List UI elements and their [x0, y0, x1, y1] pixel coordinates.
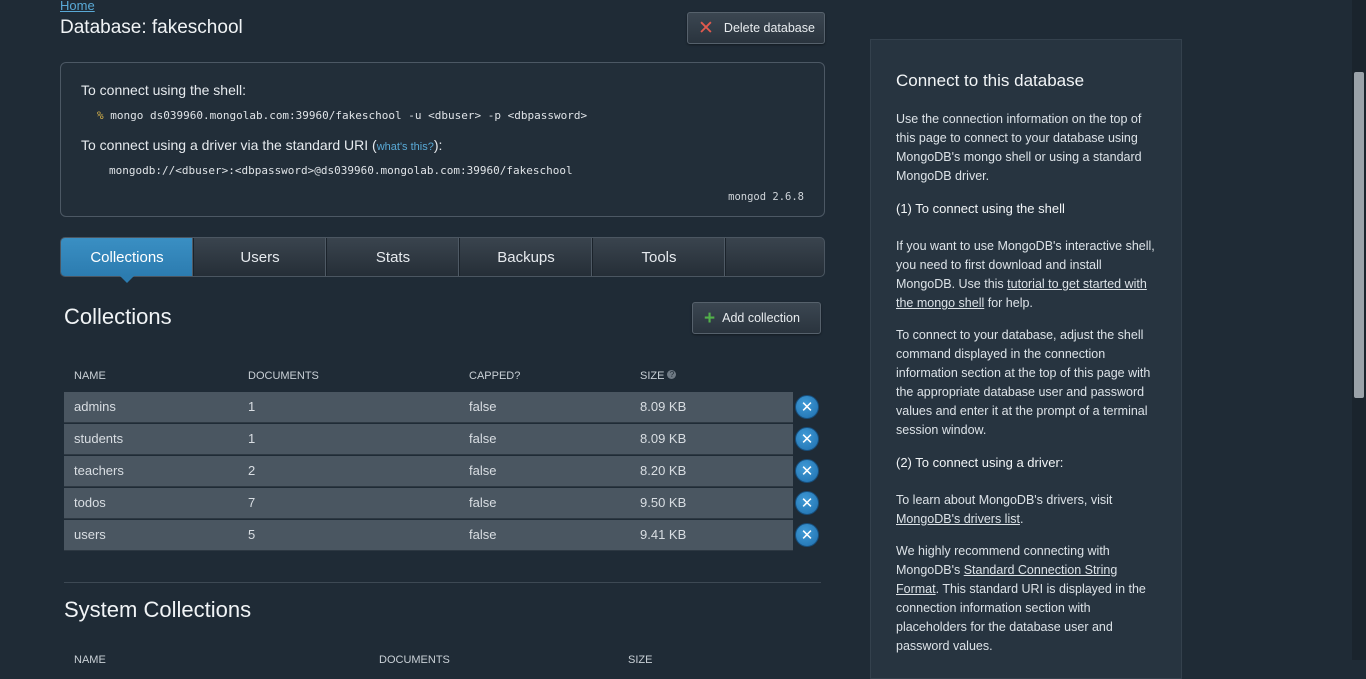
help-shell-p2: To connect to your database, adjust the … — [896, 328, 1151, 437]
delete-collection-icon[interactable]: ✕ — [795, 427, 819, 451]
collection-capped: false — [469, 431, 497, 446]
database-tabs: Collections Users Stats Backups Tools — [60, 237, 825, 283]
help-intro: Use the connection information on the to… — [896, 110, 1161, 186]
shell-command: % mongo ds039960.mongolab.com:39960/fake… — [97, 109, 587, 122]
collection-capped: false — [469, 463, 497, 478]
collections-heading: Collections — [64, 304, 172, 329]
scrollbar-thumb[interactable] — [1354, 72, 1364, 398]
shell-prompt: % — [97, 109, 104, 122]
plus-icon: + — [704, 307, 716, 329]
help-panel-title: Connect to this database — [896, 71, 1085, 90]
table-row[interactable]: teachers 2 false 8.20 KB — [64, 456, 793, 487]
collection-documents: 7 — [248, 495, 256, 510]
help-icon[interactable]: ? — [667, 370, 677, 379]
collection-capped: false — [469, 399, 497, 414]
add-collection-button[interactable]: + Add collection — [692, 302, 821, 334]
table-row[interactable]: todos 7 false 9.50 KB — [64, 488, 793, 519]
collection-capped: false — [469, 495, 497, 510]
delete-database-label: Delete database — [723, 21, 815, 35]
system-column-header-documents: DOCUMENTS — [379, 654, 450, 666]
table-row[interactable]: users 5 false 9.41 KB — [64, 520, 793, 551]
page-title: Database: fakeschool — [60, 17, 243, 38]
help-intro-code: mongo — [963, 150, 1002, 164]
help-driver-p2: We highly recommend connecting with Mong… — [896, 542, 1161, 656]
help-driver-p1-pre: To learn about MongoDB's drivers, visit — [896, 493, 1113, 507]
help-shell-p1-post: for help. — [984, 296, 1033, 310]
collection-name[interactable]: students — [74, 431, 123, 446]
size-header-label: SIZE — [640, 370, 665, 382]
column-header-capped: CAPPED? — [469, 370, 521, 382]
shell-connect-heading: To connect using the shell: — [81, 82, 246, 98]
connection-info-box: To connect using the shell: % mongo ds03… — [60, 62, 825, 217]
system-column-header-size: SIZE — [628, 654, 653, 666]
help-shell-p1: If you want to use MongoDB's interactive… — [896, 237, 1161, 313]
collection-size: 8.09 KB — [640, 431, 687, 446]
close-icon: ✕ — [698, 17, 714, 39]
tab-users[interactable]: Users — [194, 238, 327, 276]
collection-documents: 2 — [248, 463, 256, 478]
tab-backups[interactable]: Backups — [460, 238, 593, 276]
help-driver-p1: To learn about MongoDB's drivers, visit … — [896, 491, 1161, 529]
section-divider — [64, 582, 821, 583]
collection-capped: false — [469, 527, 497, 542]
system-collections-heading: System Collections — [64, 597, 252, 622]
tab-stats[interactable]: Stats — [327, 238, 460, 276]
driver-heading-pre: To connect using a driver via the standa… — [81, 137, 377, 153]
help-driver-p1-post: . — [1019, 512, 1024, 526]
drivers-list-link[interactable]: MongoDB's drivers list — [896, 512, 1020, 526]
add-collection-label: Add collection — [722, 311, 800, 325]
delete-database-button[interactable]: ✕ Delete database — [687, 12, 825, 44]
collection-name[interactable]: users — [74, 527, 106, 542]
table-row[interactable]: admins 1 false 8.09 KB — [64, 392, 793, 423]
system-column-header-name: NAME — [74, 654, 106, 666]
delete-collection-icon[interactable]: ✕ — [795, 459, 819, 483]
delete-collection-icon[interactable]: ✕ — [795, 491, 819, 515]
collection-size: 8.20 KB — [640, 463, 687, 478]
collection-size: 9.41 KB — [640, 527, 687, 542]
collection-documents: 1 — [248, 399, 256, 414]
collection-name[interactable]: todos — [74, 495, 106, 510]
driver-heading-post: ): — [433, 137, 443, 153]
tab-tools[interactable]: Tools — [593, 238, 726, 276]
connection-uri: mongodb://<dbuser>:<dbpassword>@ds039960… — [109, 164, 573, 177]
whats-this-link[interactable]: what's this? — [377, 141, 434, 153]
help-shell-heading: (1) To connect using the shell — [896, 201, 1065, 216]
collection-size: 9.50 KB — [640, 495, 687, 510]
collection-documents: 1 — [248, 431, 256, 446]
help-driver-heading: (2) To connect using a driver: — [896, 455, 1064, 470]
help-panel: Connect to this database Use the connect… — [870, 39, 1182, 679]
mongod-version: mongod 2.6.8 — [728, 191, 804, 203]
column-header-documents: DOCUMENTS — [248, 370, 319, 382]
collection-name[interactable]: admins — [74, 399, 116, 414]
collection-size: 8.09 KB — [640, 399, 687, 414]
collection-name[interactable]: teachers — [74, 463, 124, 478]
collection-documents: 5 — [248, 527, 256, 542]
delete-collection-icon[interactable]: ✕ — [795, 395, 819, 419]
column-header-size: SIZE? — [640, 370, 677, 382]
column-header-name: NAME — [74, 370, 106, 382]
shell-command-text: mongo ds039960.mongolab.com:39960/fakesc… — [110, 109, 588, 122]
driver-connect-heading: To connect using a driver via the standa… — [81, 137, 442, 153]
delete-collection-icon[interactable]: ✕ — [795, 523, 819, 547]
table-row[interactable]: students 1 false 8.09 KB — [64, 424, 793, 455]
breadcrumb-home-link[interactable]: Home — [60, 0, 95, 13]
tab-collections[interactable]: Collections — [61, 238, 194, 283]
